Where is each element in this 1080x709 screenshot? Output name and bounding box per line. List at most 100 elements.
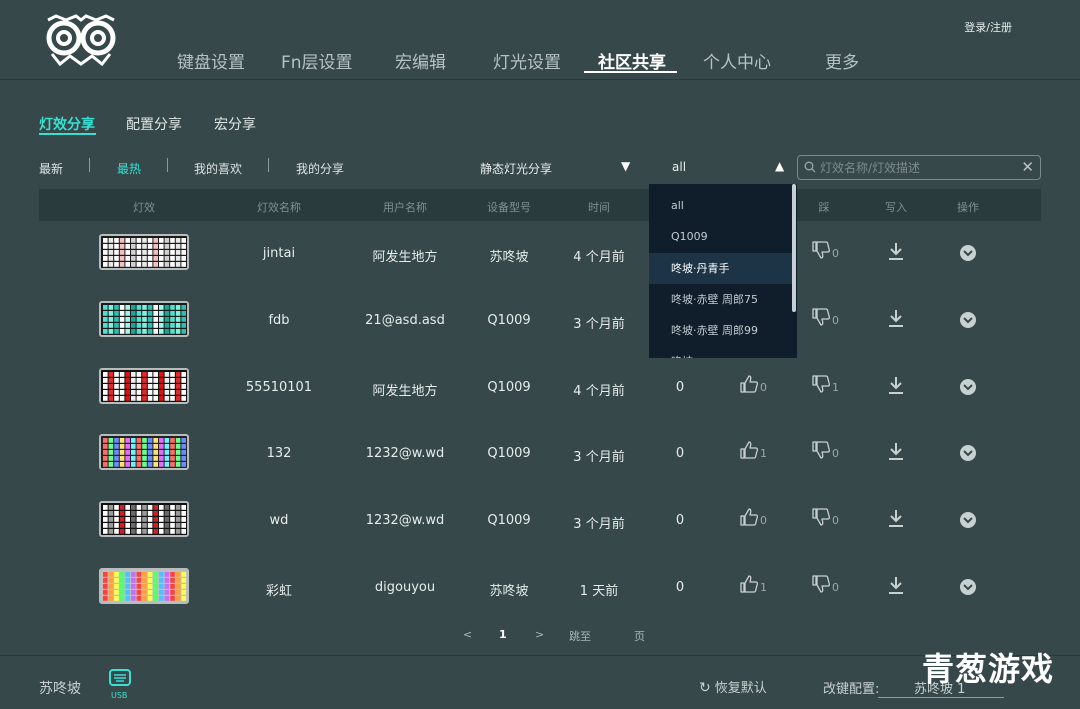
- category-select[interactable]: 静态灯光分享: [480, 160, 552, 177]
- table-row: wd 1232@w.wd Q1009 3 个月前 0 0 0: [39, 488, 1041, 555]
- share-time: 4 个月前: [573, 384, 625, 399]
- dropdown-option[interactable]: Q1009: [649, 221, 793, 252]
- dropdown-scrollbar[interactable]: [792, 184, 796, 312]
- dropdown-option[interactable]: 咚坡·赤壁 周郎99: [649, 315, 793, 346]
- nav-active-underline: [584, 71, 677, 73]
- like-count: 1: [760, 447, 767, 460]
- restore-default-label: 恢复默认: [714, 681, 767, 696]
- thumbs-down-icon[interactable]: [811, 441, 831, 463]
- footer-bar: 苏咚坡 USB ↻ 恢复默认 改键配置: 苏咚坡 1: [0, 655, 1080, 709]
- effect-name: 132: [266, 446, 292, 461]
- like-count: 0: [760, 514, 767, 527]
- nav-keyboard-settings[interactable]: 键盘设置: [177, 48, 245, 73]
- restore-default-button[interactable]: ↻ 恢复默认: [699, 677, 767, 696]
- share-time: 3 个月前: [573, 450, 625, 465]
- tab-config-share[interactable]: 配置分享: [126, 114, 182, 134]
- tab-lighting-share[interactable]: 灯效分享: [39, 114, 95, 134]
- thumbs-down-icon[interactable]: [811, 575, 831, 597]
- device-model: 苏咚坡: [489, 584, 529, 599]
- page-label: 页: [634, 630, 645, 643]
- keyboard-preview-image[interactable]: [99, 501, 189, 537]
- sort-newest[interactable]: 最新: [39, 160, 63, 177]
- download-icon[interactable]: [887, 575, 905, 599]
- col-header-device: 设备型号: [487, 201, 531, 214]
- tab-macro-share[interactable]: 宏分享: [214, 114, 256, 134]
- chevron-down-circle-icon[interactable]: [959, 244, 977, 266]
- download-icon[interactable]: [887, 508, 905, 532]
- device-model: Q1009: [487, 313, 531, 328]
- dropdown-option-highlighted[interactable]: 咚坡·丹青手: [649, 253, 793, 284]
- col-header-user-name: 用户名称: [383, 201, 427, 214]
- col-header-effect: 灯效: [133, 201, 155, 214]
- thumbs-up-icon[interactable]: [739, 441, 759, 463]
- sort-my-shares[interactable]: 我的分享: [296, 160, 344, 177]
- connected-device-name: 苏咚坡: [39, 681, 81, 697]
- next-page-button[interactable]: >: [535, 628, 544, 641]
- nav-macro-editor[interactable]: 宏编辑: [395, 48, 446, 73]
- thumbs-down-icon[interactable]: [811, 241, 831, 263]
- device-triangle-up-icon[interactable]: ▲: [775, 159, 784, 173]
- device-select[interactable]: all: [672, 160, 686, 174]
- keymap-config-label: 改键配置:: [823, 682, 880, 697]
- current-page[interactable]: 1: [499, 628, 507, 641]
- category-triangle-down-icon[interactable]: ▼: [621, 159, 630, 173]
- dislike-count: 1: [832, 381, 839, 394]
- thumbs-down-icon[interactable]: [811, 375, 831, 397]
- thumbs-down-icon[interactable]: [811, 308, 831, 330]
- download-icon[interactable]: [887, 308, 905, 332]
- nav-fn-layer[interactable]: Fn层设置: [281, 48, 353, 73]
- thumbs-up-icon[interactable]: [739, 508, 759, 530]
- owl-logo-icon: [46, 14, 116, 67]
- sort-hottest[interactable]: 最热: [117, 160, 141, 177]
- keyboard-preview-image[interactable]: [99, 234, 189, 270]
- download-count: 0: [675, 513, 685, 528]
- nav-community-share[interactable]: 社区共享: [598, 48, 666, 73]
- keyboard-usb-icon[interactable]: [107, 668, 133, 688]
- col-header-action: 操作: [957, 201, 979, 214]
- nav-lighting[interactable]: 灯光设置: [493, 48, 561, 73]
- sort-my-likes[interactable]: 我的喜欢: [194, 160, 242, 177]
- download-icon[interactable]: [887, 375, 905, 399]
- prev-page-button[interactable]: <: [463, 628, 472, 641]
- table-row: fdb21@asd.asdQ10093 个月前000: [39, 288, 1041, 355]
- usb-label: USB: [111, 691, 128, 700]
- col-header-effect-name: 灯效名称: [257, 201, 301, 214]
- thumbs-down-icon[interactable]: [811, 508, 831, 530]
- download-icon[interactable]: [887, 241, 905, 265]
- effect-name: 彩虹: [265, 584, 293, 599]
- keyboard-preview-image[interactable]: [99, 568, 189, 604]
- thumbs-up-icon[interactable]: [739, 575, 759, 597]
- effect-name: 55510101: [245, 380, 313, 395]
- download-count: 0: [675, 446, 685, 461]
- search-input[interactable]: [820, 158, 1010, 177]
- dropdown-option[interactable]: 咚坡·赤壁 周郎75: [649, 284, 793, 315]
- chevron-down-circle-icon[interactable]: [959, 578, 977, 600]
- keyboard-preview-image[interactable]: [99, 301, 189, 337]
- device-dropdown-menu: all Q1009 咚坡·丹青手 咚坡·赤壁 周郎75 咚坡·赤壁 周郎99 咚…: [649, 184, 797, 358]
- col-header-dislike: 踩: [818, 201, 830, 214]
- dislike-count: 0: [832, 247, 839, 260]
- like-count: 0: [760, 381, 767, 394]
- dropdown-option[interactable]: all: [649, 190, 793, 221]
- clear-search-icon[interactable]: ✕: [1021, 158, 1034, 176]
- nav-more[interactable]: 更多: [825, 48, 859, 73]
- thumbs-up-icon[interactable]: [739, 375, 759, 397]
- table-row: 132 1232@w.wd Q1009 3 个月前 0 1 0: [39, 421, 1041, 488]
- device-model: Q1009: [487, 446, 531, 461]
- col-header-write: 写入: [885, 201, 907, 214]
- download-icon[interactable]: [887, 441, 905, 465]
- keyboard-preview-image[interactable]: [99, 434, 189, 470]
- dislike-count: 0: [832, 581, 839, 594]
- user-name: 1232@w.wd: [365, 513, 445, 528]
- device-model: Q1009: [487, 380, 531, 395]
- like-count: 1: [760, 581, 767, 594]
- table-header: 灯效 灯效名称 用户名称 设备型号 时间 下载 赞 踩 写入 操作: [39, 189, 1041, 221]
- chevron-down-circle-icon[interactable]: [959, 444, 977, 466]
- dropdown-option[interactable]: 咚坡·...: [649, 346, 793, 358]
- chevron-down-circle-icon[interactable]: [959, 311, 977, 333]
- chevron-down-circle-icon[interactable]: [959, 378, 977, 400]
- chevron-down-circle-icon[interactable]: [959, 511, 977, 533]
- login-register-link[interactable]: 登录/注册: [964, 19, 1012, 35]
- keyboard-preview-image[interactable]: [99, 368, 189, 404]
- nav-personal-center[interactable]: 个人中心: [703, 48, 771, 73]
